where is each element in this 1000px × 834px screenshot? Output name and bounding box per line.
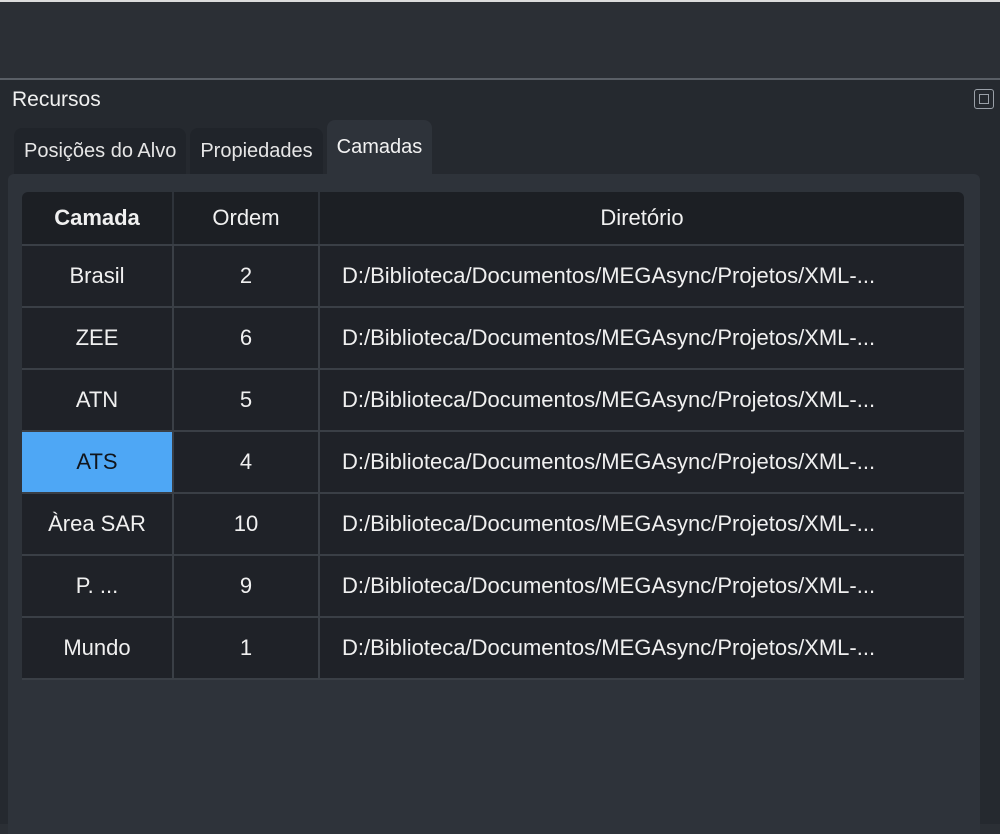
- cell-diretorio[interactable]: D:/Biblioteca/Documentos/MEGAsync/Projet…: [320, 618, 964, 678]
- tab-content-camadas: Camada Ordem Diretório Brasil 2 D:/Bibliot…: [8, 174, 980, 834]
- table-row[interactable]: ATS 4 D:/Biblioteca/Documentos/MEGAsync/Pr…: [22, 430, 964, 492]
- cell-ordem[interactable]: 4: [174, 432, 320, 492]
- column-header-camada[interactable]: Camada: [22, 192, 174, 244]
- table-row[interactable]: Brasil 2 D:/Biblioteca/Documentos/MEGAsync…: [22, 244, 964, 306]
- cell-ordem[interactable]: 10: [174, 494, 320, 554]
- cell-ordem[interactable]: 6: [174, 308, 320, 368]
- cell-ordem[interactable]: 1: [174, 618, 320, 678]
- column-header-diretorio[interactable]: Diretório: [320, 192, 964, 244]
- column-header-ordem[interactable]: Ordem: [174, 192, 320, 244]
- top-toolbar-area: [0, 0, 1000, 78]
- cell-camada[interactable]: ATS: [22, 432, 174, 492]
- cell-ordem[interactable]: 5: [174, 370, 320, 430]
- table-header: Camada Ordem Diretório: [22, 192, 964, 244]
- cell-camada[interactable]: ATN: [22, 370, 174, 430]
- tab-propiedades[interactable]: Propiedades: [190, 128, 323, 174]
- cell-diretorio[interactable]: D:/Biblioteca/Documentos/MEGAsync/Projet…: [320, 494, 964, 554]
- cell-diretorio[interactable]: D:/Biblioteca/Documentos/MEGAsync/Projet…: [320, 308, 964, 368]
- cell-diretorio[interactable]: D:/Biblioteca/Documentos/MEGAsync/Projet…: [320, 556, 964, 616]
- layers-table: Camada Ordem Diretório Brasil 2 D:/Bibliot…: [22, 192, 964, 680]
- table-row[interactable]: ATN 5 D:/Biblioteca/Documentos/MEGAsync/Pr…: [22, 368, 964, 430]
- float-dock-icon[interactable]: [974, 89, 994, 109]
- cell-ordem[interactable]: 9: [174, 556, 320, 616]
- cell-ordem[interactable]: 2: [174, 246, 320, 306]
- table-row[interactable]: Mundo 1 D:/Biblioteca/Documentos/MEGAsync/…: [22, 616, 964, 680]
- table-row[interactable]: Àrea SAR 10 D:/Biblioteca/Documentos/MEGAs…: [22, 492, 964, 554]
- cell-camada[interactable]: Brasil: [22, 246, 174, 306]
- cell-diretorio[interactable]: D:/Biblioteca/Documentos/MEGAsync/Projet…: [320, 370, 964, 430]
- dock-title: Recursos: [12, 88, 101, 111]
- tab-posicoes-do-alvo[interactable]: Posições do Alvo: [14, 128, 187, 174]
- cell-camada[interactable]: ZEE: [22, 308, 174, 368]
- resources-dock: Recursos Posições do Alvo Propiedades Ca…: [0, 80, 1000, 834]
- cell-diretorio[interactable]: D:/Biblioteca/Documentos/MEGAsync/Projet…: [320, 246, 964, 306]
- table-body: Brasil 2 D:/Biblioteca/Documentos/MEGAsync…: [22, 244, 964, 680]
- table-row[interactable]: ZEE 6 D:/Biblioteca/Documentos/MEGAsync/Pr…: [22, 306, 964, 368]
- cell-camada[interactable]: Àrea SAR: [22, 494, 174, 554]
- tab-camadas[interactable]: Camadas: [326, 120, 433, 174]
- cell-diretorio[interactable]: D:/Biblioteca/Documentos/MEGAsync/Projet…: [320, 432, 964, 492]
- cell-camada[interactable]: Mundo: [22, 618, 174, 678]
- table-row[interactable]: P. ... 9 D:/Biblioteca/Documentos/MEGAsync…: [22, 554, 964, 616]
- tab-bar: Posições do Alvo Propiedades Camadas: [14, 120, 433, 174]
- cell-camada[interactable]: P. ...: [22, 556, 174, 616]
